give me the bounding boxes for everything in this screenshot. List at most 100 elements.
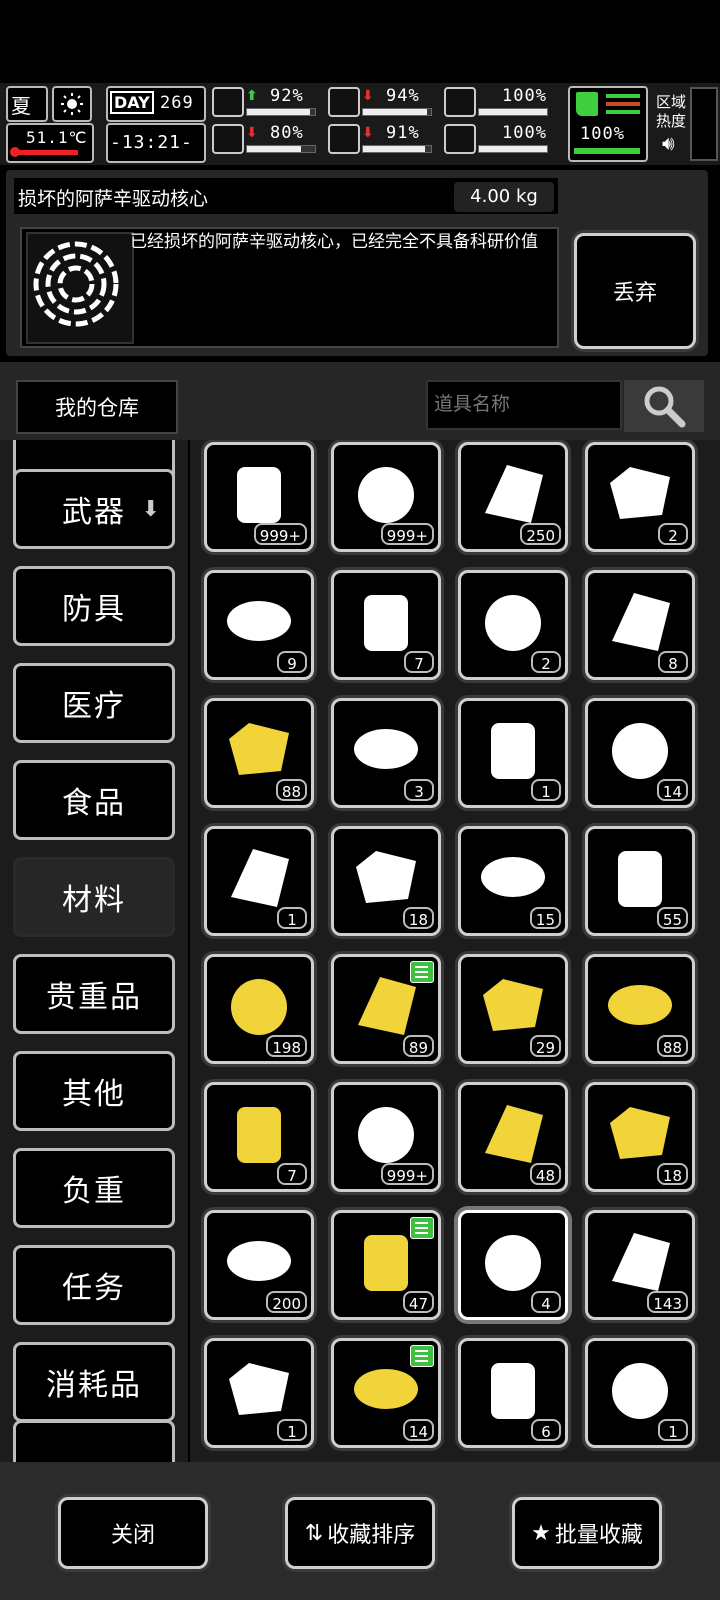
- category-9[interactable]: 消耗品: [13, 1342, 175, 1422]
- cloth-icon: [610, 467, 670, 519]
- damaged-core-icon: [33, 241, 119, 327]
- inventory-slot[interactable]: 88: [585, 954, 695, 1064]
- category-label: 负重: [62, 1174, 126, 1209]
- wood-planks-icon: [229, 723, 289, 775]
- inventory-slot[interactable]: 200: [204, 1210, 314, 1320]
- item-quantity: 14: [402, 1419, 434, 1441]
- inventory-slot[interactable]: 55: [585, 826, 695, 936]
- inventory-slot[interactable]: 4: [458, 1210, 568, 1320]
- item-quantity: 2: [531, 651, 561, 673]
- category-0[interactable]: 武器 ⬇: [13, 469, 175, 549]
- engine-core-icon: [237, 1107, 281, 1163]
- category-4[interactable]: 材料: [13, 857, 175, 937]
- item-quantity: 6: [531, 1419, 561, 1441]
- metal-sheet-icon: [618, 851, 662, 907]
- item-quantity: 1: [277, 1419, 307, 1441]
- category-1[interactable]: 防具: [13, 566, 175, 646]
- heart-icon: [444, 124, 476, 154]
- stamina-bar: [574, 148, 640, 154]
- inventory-slot[interactable]: 999+: [331, 1082, 441, 1192]
- stat-mood: ⬇ 80%: [212, 123, 320, 159]
- star-icon: ★: [531, 1520, 551, 1546]
- item-quantity: 2: [658, 523, 688, 545]
- bowl-icon: [491, 1363, 535, 1419]
- sort-arrows-icon: ⇅: [304, 1520, 324, 1546]
- item-quantity: 18: [656, 1163, 688, 1185]
- pill-icon: [444, 87, 476, 117]
- sort-favorites-button[interactable]: ⇅ 收藏排序: [285, 1497, 435, 1569]
- inventory-slot[interactable]: 89: [331, 954, 441, 1064]
- category-label: 其他: [62, 1077, 126, 1112]
- category-5[interactable]: 贵重品: [13, 954, 175, 1034]
- category-7[interactable]: 负重: [13, 1148, 175, 1228]
- day-counter: DAY 269: [106, 86, 206, 122]
- inventory-slot[interactable]: 1: [204, 1338, 314, 1448]
- stat-bar: [246, 145, 316, 153]
- inventory-slot[interactable]: 999+: [331, 442, 441, 552]
- inventory-slot[interactable]: 8: [585, 570, 695, 680]
- inventory-slot[interactable]: 15: [458, 826, 568, 936]
- search-button[interactable]: [624, 380, 704, 432]
- inventory-slot[interactable]: 1: [585, 1338, 695, 1448]
- category-label: 防具: [62, 592, 126, 627]
- item-quantity: 1: [277, 907, 307, 929]
- stamina-box: 100%: [568, 86, 648, 162]
- category-sidebar[interactable]: 武器 ⬇ 防具医疗食品材料贵重品其他负重任务消耗品: [0, 440, 188, 1462]
- spray-bottle-icon: [237, 467, 281, 523]
- stat-bar: [478, 108, 548, 116]
- inventory-slot[interactable]: 18: [585, 1082, 695, 1192]
- inventory-slot[interactable]: 29: [458, 954, 568, 1064]
- category-partial-bottom[interactable]: [13, 1420, 175, 1462]
- stat-hunger: ⬇ 94%: [328, 86, 436, 118]
- sack-icon: [227, 601, 291, 641]
- log-icon: [356, 851, 416, 903]
- item-quantity: 18: [402, 907, 434, 929]
- discard-button[interactable]: 丢弃: [574, 233, 696, 349]
- inventory-slot[interactable]: 6: [458, 1338, 568, 1448]
- category-label: 材料: [62, 883, 126, 918]
- item-quantity: 999+: [380, 1163, 434, 1185]
- inventory-grid[interactable]: 999+ 999+ 250 2 9 7 2 8 88 3 1 14 1 18 15 55 198 89 29 88 7 9…: [190, 440, 720, 1462]
- inventory-slot[interactable]: 3: [331, 698, 441, 808]
- inventory-slot[interactable]: 2: [585, 442, 695, 552]
- inventory-slot[interactable]: 14: [331, 1338, 441, 1448]
- inventory-slot[interactable]: 1: [458, 698, 568, 808]
- inventory-slot[interactable]: 999+: [204, 442, 314, 552]
- close-label: 关闭: [110, 1523, 155, 1548]
- category-3[interactable]: 食品: [13, 760, 175, 840]
- category-2[interactable]: 医疗: [13, 663, 175, 743]
- category-label: 食品: [62, 786, 126, 821]
- inventory-slot[interactable]: 14: [585, 698, 695, 808]
- inventory-slot[interactable]: 7: [331, 570, 441, 680]
- category-6[interactable]: 其他: [13, 1051, 175, 1131]
- batch-favorite-button[interactable]: ★ 批量收藏: [512, 1497, 662, 1569]
- close-button[interactable]: 关闭: [58, 1497, 208, 1569]
- inventory-slot[interactable]: 9: [204, 570, 314, 680]
- item-thumbnail: [26, 232, 134, 344]
- search-input[interactable]: [426, 380, 622, 430]
- item-quantity: 15: [529, 907, 561, 929]
- item-quantity: 14: [656, 779, 688, 801]
- inventory-slot[interactable]: 47: [331, 1210, 441, 1320]
- item-quantity: 89: [402, 1035, 434, 1057]
- stat-heart: 100%: [444, 123, 552, 159]
- day-label: DAY: [110, 91, 154, 114]
- inventory-slot[interactable]: 18: [331, 826, 441, 936]
- inventory-slot[interactable]: 7: [204, 1082, 314, 1192]
- inventory-slot[interactable]: 1: [204, 826, 314, 936]
- stat-bar: [246, 108, 316, 116]
- clock: -13:21-: [106, 123, 206, 163]
- inventory-slot[interactable]: 88: [204, 698, 314, 808]
- category-8[interactable]: 任务: [13, 1245, 175, 1325]
- sun-icon: [52, 86, 92, 122]
- item-quantity: 88: [275, 779, 307, 801]
- inventory-slot[interactable]: 250: [458, 442, 568, 552]
- zone-heat-label: 区域 热度: [656, 93, 687, 130]
- inventory-slot[interactable]: 48: [458, 1082, 568, 1192]
- speaker-icon[interactable]: 🔊︎: [662, 131, 675, 155]
- inventory-slot[interactable]: 143: [585, 1210, 695, 1320]
- inventory-slot[interactable]: 198: [204, 954, 314, 1064]
- inventory-slot[interactable]: 2: [458, 570, 568, 680]
- cylinder-part-icon: [229, 1363, 289, 1415]
- gold-planks-icon: [608, 985, 672, 1025]
